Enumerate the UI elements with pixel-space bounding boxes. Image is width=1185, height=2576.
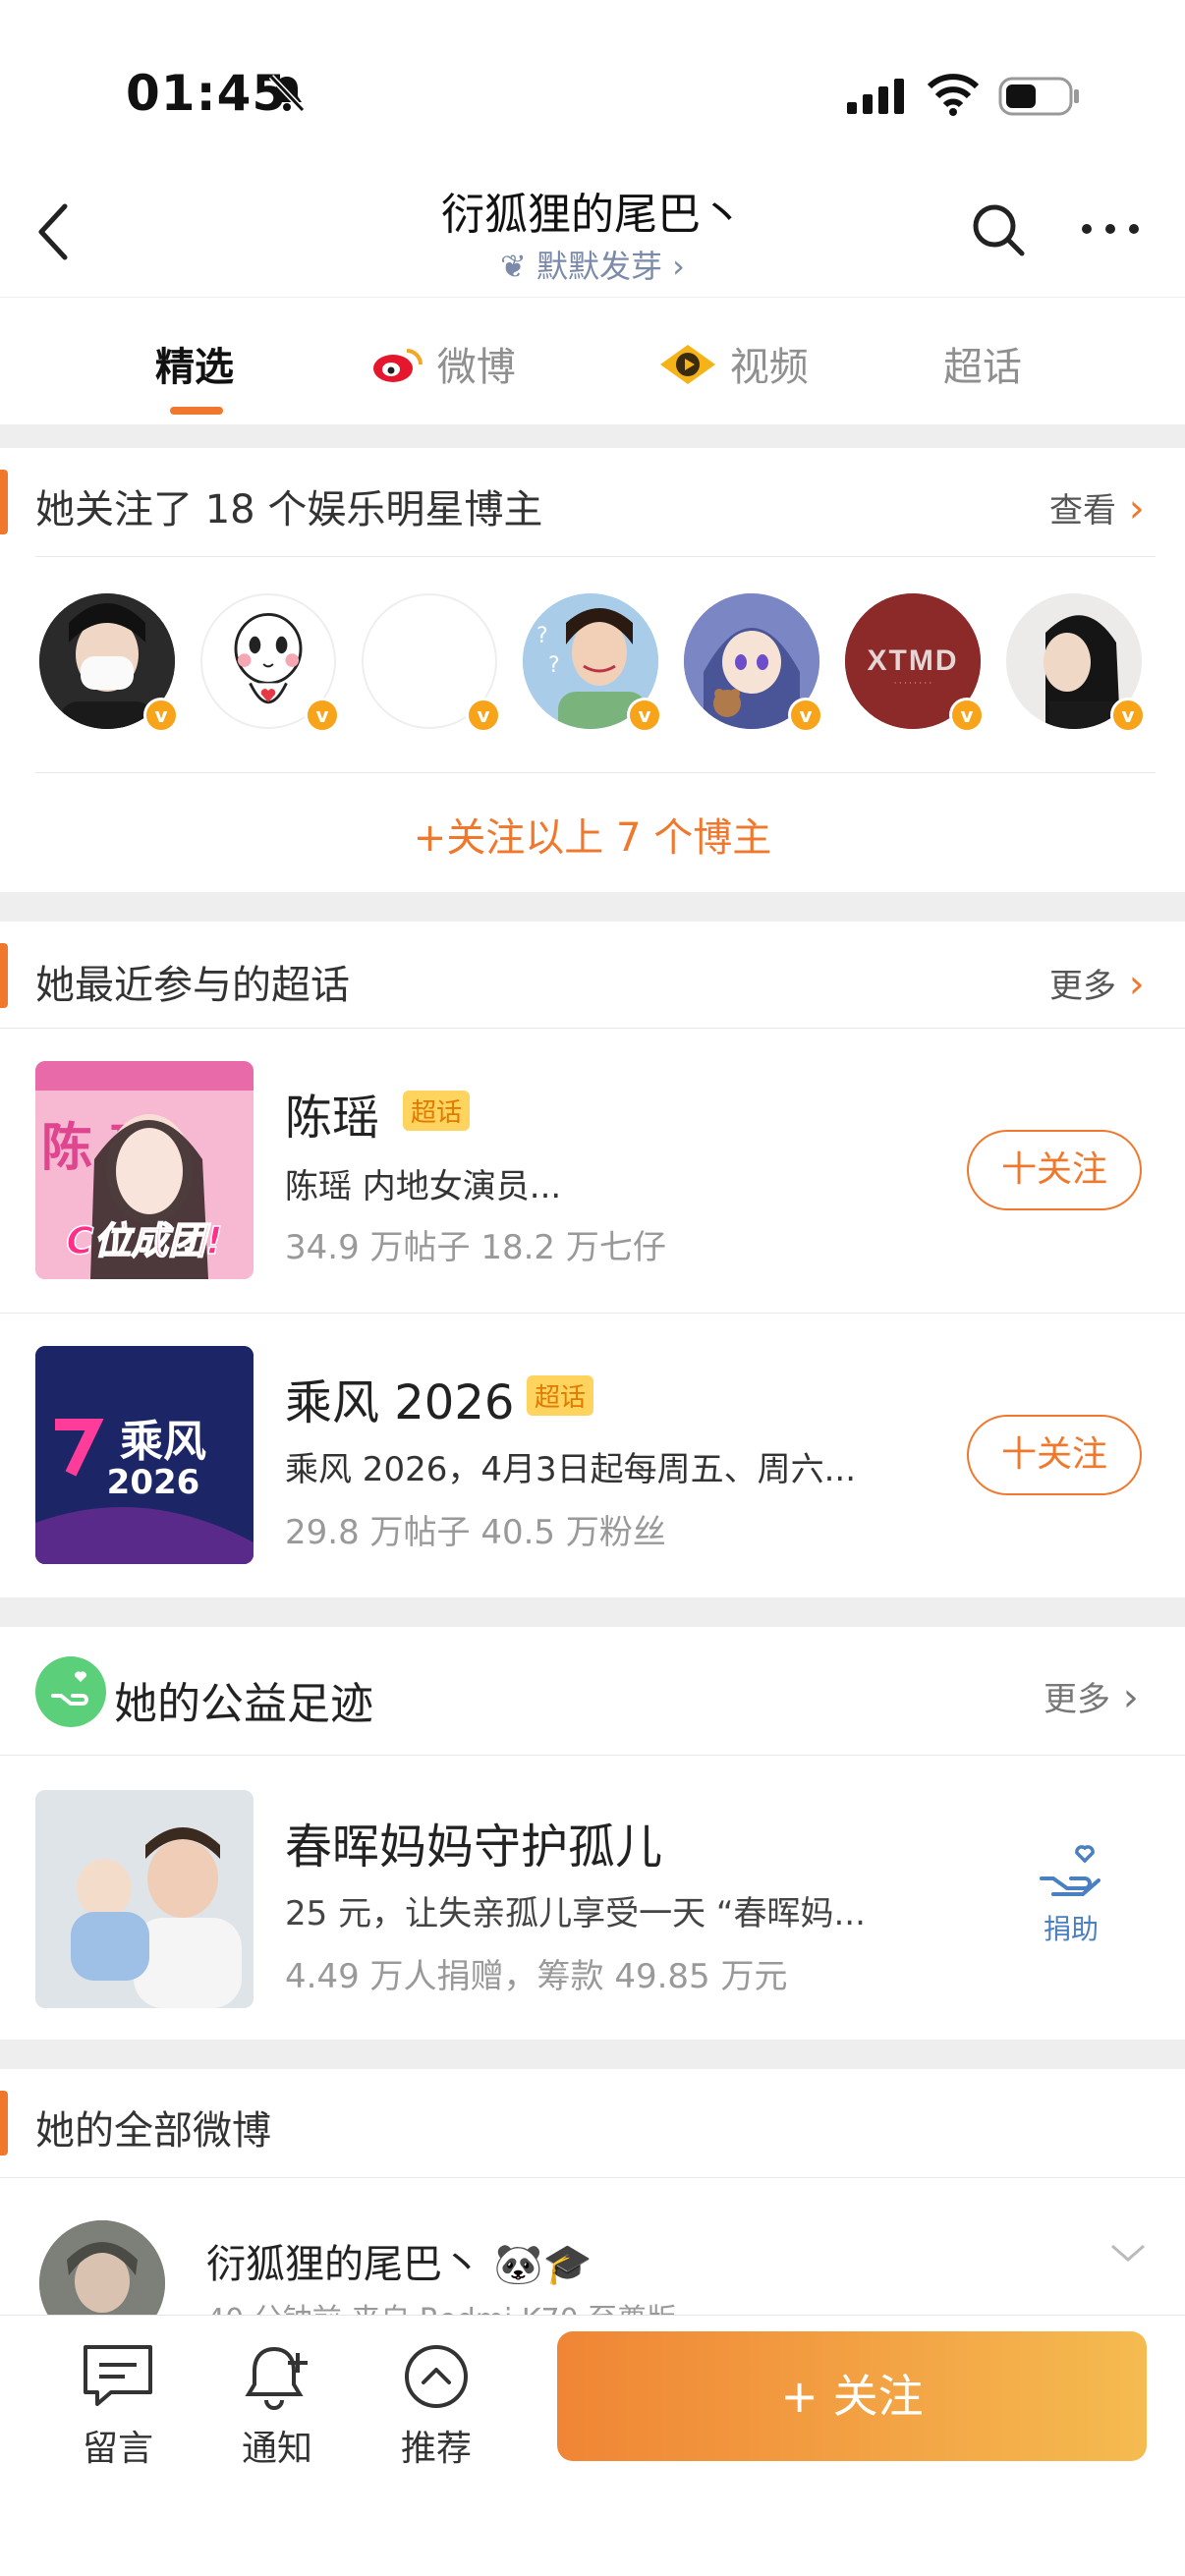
follow-topic-button[interactable]: 十关注 — [967, 1415, 1142, 1495]
donate-label: 捐助 — [1043, 1913, 1099, 1945]
follow-all-button[interactable]: +关注以上 7 个博主 — [0, 806, 1185, 863]
svg-text:?: ? — [536, 624, 548, 648]
donate-hand-heart-icon — [1040, 1845, 1100, 1896]
tab-bar: 精选 微博 视频 超话 — [0, 297, 1185, 424]
status-time: 01:45 — [126, 65, 288, 122]
bell-muted-icon — [268, 74, 306, 113]
topics-title: 她最近参与的超话 — [35, 963, 350, 1008]
divider — [0, 1313, 1185, 1314]
section-marker — [0, 470, 8, 534]
topic-cover-caption: 2026 — [107, 1463, 200, 1502]
active-tab-indicator — [170, 407, 223, 415]
topic-name[interactable]: 乘风 2026 — [285, 1364, 514, 1432]
topic-description: 陈瑶 内地女演员... — [285, 1167, 562, 1206]
divider — [0, 2177, 1185, 2178]
verified-badge-icon: v — [143, 698, 179, 733]
charity-description: 25 元，让失亲孤儿享受一天 “春晖妈... — [285, 1894, 866, 1933]
following-title: 她关注了 18 个娱乐明星博主 — [35, 487, 543, 532]
notification-button[interactable]: 通知 — [228, 2341, 326, 2471]
verified-badge-icon: v — [949, 698, 985, 733]
posts-title: 她的全部微博 — [35, 2108, 271, 2154]
divider — [35, 772, 1156, 773]
topic-description: 乘风 2026，4月3日起每周五、周六... — [285, 1450, 857, 1489]
tab-featured[interactable]: 精选 — [155, 335, 234, 392]
section-gap — [0, 1597, 1185, 1627]
verified-badge-icon: v — [788, 698, 823, 733]
tab-video[interactable]: 视频 — [658, 335, 809, 392]
donate-button[interactable]: 捐助 — [1034, 1845, 1108, 1947]
topic-cover-image[interactable]: 乘风 2026 — [35, 1346, 254, 1564]
following-view-link[interactable]: 查看 › — [1049, 483, 1145, 532]
divider — [0, 1028, 1185, 1029]
section-gap — [0, 424, 1185, 448]
topics-more-link[interactable]: 更多 › — [1049, 959, 1145, 1007]
search-icon[interactable] — [969, 200, 1028, 259]
svg-text:?: ? — [548, 653, 560, 678]
topic-stats: 34.9 万帖子 18.2 万七仔 — [285, 1228, 666, 1267]
status-bar: 01:45 — [0, 0, 1185, 167]
post-author-name[interactable]: 衍狐狸的尾巴丶 🐼🎓 — [206, 2232, 592, 2289]
charity-cover-image[interactable] — [35, 1790, 254, 2008]
chevron-right-icon: › — [1116, 962, 1145, 1007]
wifi-icon — [928, 74, 979, 116]
section-gap — [0, 2040, 1185, 2069]
verified-badge-icon: v — [305, 698, 340, 733]
verified-badge-icon: v — [1110, 698, 1146, 733]
more-options-icon[interactable] — [1079, 214, 1142, 244]
section-marker — [0, 943, 8, 1008]
recommend-icon — [405, 2345, 468, 2408]
video-icon — [658, 343, 717, 386]
divider — [0, 1755, 1185, 1756]
topic-cover-text: 乘风 — [120, 1417, 206, 1467]
verified-badge-icon: v — [466, 698, 501, 733]
topic-stats: 29.8 万帖子 40.5 万粉丝 — [285, 1513, 666, 1552]
section-gap — [0, 892, 1185, 922]
topic-name[interactable]: 陈瑶 — [285, 1079, 379, 1148]
verified-badge-icon: v — [627, 698, 662, 733]
battery-icon — [998, 77, 1079, 116]
topic-cover-image[interactable]: 陈 瑶 C位成团! — [35, 1061, 254, 1279]
comment-button[interactable]: 留言 — [69, 2341, 167, 2471]
charity-more-link[interactable]: 更多 › — [1044, 1672, 1139, 1720]
follow-user-button[interactable]: + 关注 — [557, 2331, 1147, 2461]
supertopic-tag: 超话 — [527, 1375, 594, 1416]
cellular-signal-icon — [847, 79, 904, 114]
tab-weibo[interactable]: 微博 — [371, 335, 516, 392]
subtitle-label: 默默发芽 › — [536, 248, 685, 285]
charity-icon — [35, 1656, 106, 1727]
divider — [35, 556, 1156, 557]
charity-name[interactable]: 春晖妈妈守护孤儿 — [285, 1808, 662, 1876]
charity-stats: 4.49 万人捐赠，筹款 49.85 万元 — [285, 1957, 788, 1996]
svg-text:XTMD: XTMD — [868, 644, 959, 677]
weibo-icon — [371, 345, 424, 384]
follow-topic-button[interactable]: 十关注 — [967, 1130, 1142, 1210]
svg-text:· · · · · · · ·: · · · · · · · · — [894, 679, 931, 688]
charity-title: 她的公益足迹 — [114, 1679, 373, 1729]
tab-supertopic[interactable]: 超话 — [943, 335, 1022, 392]
chevron-right-icon: › — [1110, 1675, 1139, 1720]
section-marker — [0, 2091, 8, 2156]
chevron-down-icon[interactable] — [1108, 2242, 1148, 2266]
topic-cover-caption: C位成团! — [66, 1219, 222, 1262]
comment-icon — [84, 2345, 152, 2406]
sprout-icon: ❦ — [500, 248, 527, 285]
recommend-button[interactable]: 推荐 — [387, 2341, 485, 2471]
supertopic-tag: 超话 — [403, 1091, 471, 1131]
chevron-right-icon: › — [1116, 486, 1145, 532]
notification-bell-icon — [245, 2346, 308, 2410]
